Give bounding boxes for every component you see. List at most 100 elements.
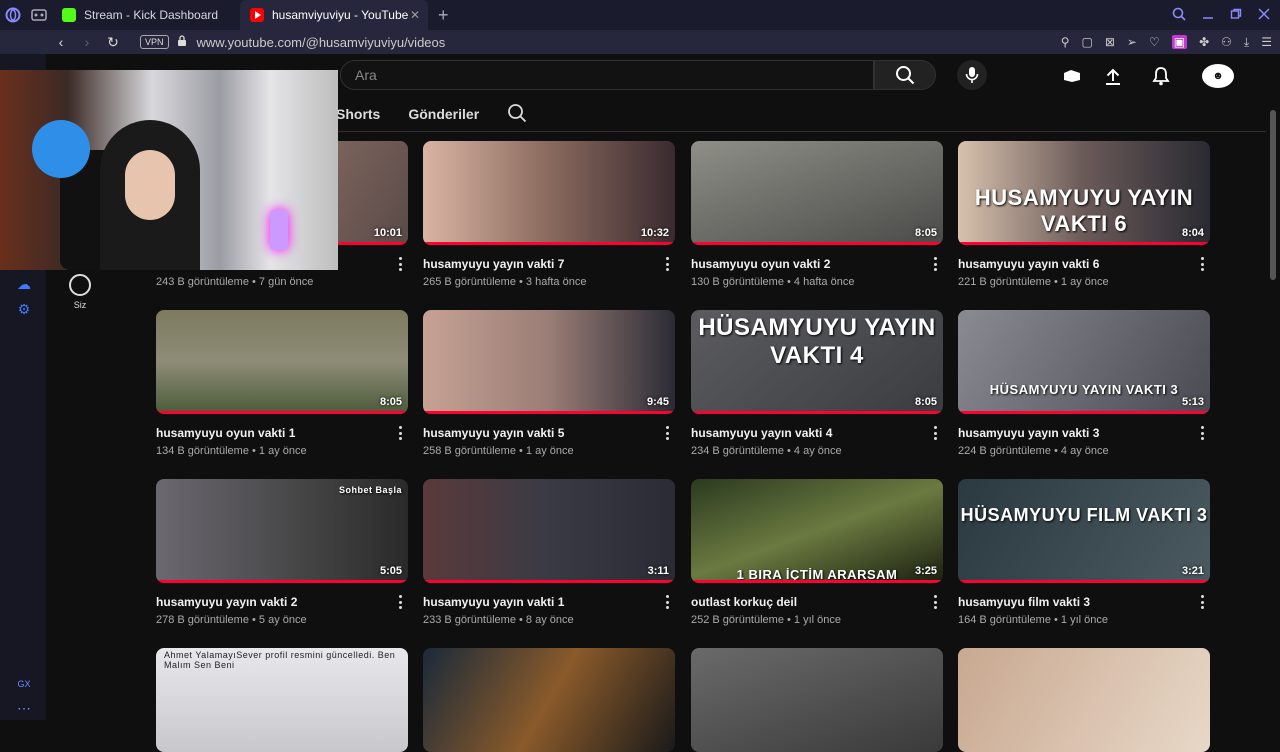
- video-card[interactable]: [958, 648, 1210, 752]
- more-actions-icon[interactable]: [665, 257, 669, 271]
- video-card[interactable]: Ahmet YalamayıSever profil resmini günce…: [156, 648, 408, 752]
- more-actions-icon[interactable]: [665, 426, 669, 440]
- easy-setup-icon[interactable]: ☰: [1261, 35, 1272, 49]
- video-thumbnail[interactable]: 1 BIRA İÇTİM ARARSAM 3:25: [691, 479, 943, 583]
- video-thumbnail[interactable]: HÜSAMYUYU YAYIN VAKTI 4 8:05: [691, 310, 943, 414]
- video-card[interactable]: HÜSAMYUYU FILM VAKTI 3 3:21 husamyuyu film…: [958, 479, 1210, 626]
- pin-icon[interactable]: ⚲: [1061, 35, 1070, 49]
- more-actions-icon[interactable]: [665, 595, 669, 609]
- video-thumbnail[interactable]: 3:11: [423, 479, 675, 583]
- video-card[interactable]: HÜSAMYUYU YAYIN VAKTI 3 5:13 husamyuyu yay…: [958, 310, 1210, 457]
- channel-search-icon[interactable]: [507, 103, 527, 126]
- account-avatar[interactable]: ☻: [1202, 64, 1234, 88]
- video-title[interactable]: husamyuyu yayın vakti 2: [156, 595, 408, 609]
- search-button[interactable]: [874, 60, 936, 90]
- video-card[interactable]: 8:05 husamyuyu oyun vakti 2 130 B görüntül…: [691, 141, 943, 288]
- profile-icon[interactable]: ⚇: [1221, 35, 1232, 49]
- video-thumbnail[interactable]: 8:05: [691, 141, 943, 245]
- minimize-icon[interactable]: [1202, 7, 1214, 23]
- url-field[interactable]: www.youtube.com/@husamviyuviyu/videos: [197, 35, 446, 50]
- sidebar-settings-icon[interactable]: ⚙: [14, 299, 34, 319]
- tab-youtube[interactable]: husamviyuviyu - YouTube ✕: [240, 0, 428, 30]
- video-card[interactable]: 3:11 husamyuyu yayın vakti 1 233 B görüntü…: [423, 479, 675, 626]
- video-title[interactable]: husamyuyu yayın vakti 7: [423, 257, 675, 271]
- video-thumbnail[interactable]: [423, 648, 675, 752]
- tab-kick-dashboard[interactable]: Stream - Kick Dashboard: [52, 0, 240, 30]
- more-actions-icon[interactable]: [398, 595, 402, 609]
- video-card[interactable]: HUSAMYUYU YAYIN VAKTI 6 8:04 husamyuyu yay…: [958, 141, 1210, 288]
- video-title[interactable]: husamyuyu yayın vakti 3: [958, 426, 1210, 440]
- snapshot-icon[interactable]: ▢: [1082, 35, 1093, 49]
- search-tabs-icon[interactable]: [1172, 7, 1186, 24]
- video-title[interactable]: outlast korkuç deil: [691, 595, 943, 609]
- new-tab-button[interactable]: +: [428, 5, 459, 26]
- video-card[interactable]: HÜSAMYUYU YAYIN VAKTI 4 8:05 husamyuyu yay…: [691, 310, 943, 457]
- video-thumbnail[interactable]: 8:05: [156, 310, 408, 414]
- send-icon[interactable]: ➢: [1127, 35, 1137, 49]
- notifications-bell-icon[interactable]: [1149, 64, 1173, 88]
- close-window-icon[interactable]: [1258, 7, 1270, 23]
- video-title[interactable]: husamyuyu oyun vakti 1: [156, 426, 408, 440]
- more-actions-icon[interactable]: [1200, 595, 1204, 609]
- video-card[interactable]: Sohbet Başla 5:05 husamyuyu yayın vakti 2 2…: [156, 479, 408, 626]
- microphone-icon: [965, 67, 979, 83]
- reload-icon[interactable]: ↻: [100, 34, 126, 51]
- video-title[interactable]: husamyuyu yayın vakti 4: [691, 426, 943, 440]
- extensions-icon[interactable]: ✤: [1199, 35, 1209, 49]
- video-title[interactable]: husamyuyu yayın vakti 1: [423, 595, 675, 609]
- video-card[interactable]: 8:05 husamyuyu oyun vakti 1 134 B görüntül…: [156, 310, 408, 457]
- watch-progress-bar: [691, 411, 943, 414]
- video-thumbnail[interactable]: 10:32: [423, 141, 675, 245]
- video-thumbnail[interactable]: HÜSAMYUYU YAYIN VAKTI 3 5:13: [958, 310, 1210, 414]
- video-thumbnail[interactable]: Ahmet YalamayıSever profil resmini günce…: [156, 648, 408, 752]
- video-title[interactable]: husamyuyu yayın vakti 5: [423, 426, 675, 440]
- vpn-badge[interactable]: VPN: [140, 35, 169, 49]
- adblock-icon[interactable]: ⊠: [1105, 35, 1115, 49]
- voice-search-button[interactable]: [957, 60, 987, 90]
- more-actions-icon[interactable]: [1200, 257, 1204, 271]
- video-card[interactable]: [691, 648, 943, 752]
- page-scrollbar[interactable]: [1270, 110, 1276, 280]
- side-nav-label: Siz: [73, 300, 87, 310]
- video-card[interactable]: [423, 648, 675, 752]
- sidebar-history-icon[interactable]: ☁: [14, 274, 34, 294]
- more-actions-icon[interactable]: [398, 426, 402, 440]
- more-actions-icon[interactable]: [933, 426, 937, 440]
- tab-manager-icon[interactable]: [26, 2, 52, 28]
- create-extension-icon[interactable]: [1060, 64, 1084, 88]
- yt-side-nav-you[interactable]: Siz: [60, 274, 100, 310]
- sidebar-gx-icon[interactable]: GX: [14, 674, 34, 694]
- video-thumbnail[interactable]: [691, 648, 943, 752]
- more-actions-icon[interactable]: [933, 595, 937, 609]
- user-circle-icon: [69, 274, 91, 296]
- video-title[interactable]: husamyuyu film vakti 3: [958, 595, 1210, 609]
- close-tab-icon[interactable]: ✕: [410, 8, 420, 22]
- more-actions-icon[interactable]: [398, 257, 402, 271]
- video-thumbnail[interactable]: HUSAMYUYU YAYIN VAKTI 6 8:04: [958, 141, 1210, 245]
- opera-logo-icon[interactable]: [0, 2, 26, 28]
- tab-posts[interactable]: Gönderiler: [408, 106, 479, 122]
- more-actions-icon[interactable]: [933, 257, 937, 271]
- upload-icon[interactable]: [1101, 64, 1125, 88]
- video-thumbnail[interactable]: [958, 648, 1210, 752]
- heart-icon[interactable]: ♡: [1149, 35, 1160, 49]
- video-card[interactable]: 1 BIRA İÇTİM ARARSAM 3:25 outlast korkuç d…: [691, 479, 943, 626]
- search-input[interactable]: Ara: [340, 60, 874, 90]
- video-thumbnail[interactable]: Sohbet Başla 5:05: [156, 479, 408, 583]
- lock-icon[interactable]: [177, 35, 187, 49]
- video-meta: 252 B görüntüleme • 1 yıl önce: [691, 614, 841, 626]
- sidebar-more-icon[interactable]: ⋯: [14, 698, 34, 718]
- video-card[interactable]: 10:32 husamyuyu yayın vakti 7 265 B görünt…: [423, 141, 675, 288]
- forward-icon[interactable]: ›: [74, 34, 100, 50]
- tab-shorts[interactable]: Shorts: [336, 106, 380, 122]
- video-title[interactable]: husamyuyu oyun vakti 2: [691, 257, 943, 271]
- video-card[interactable]: 9:45 husamyuyu yayın vakti 5 258 B görüntü…: [423, 310, 675, 457]
- download-icon[interactable]: ⤓: [1244, 35, 1249, 50]
- back-icon[interactable]: ‹: [48, 34, 74, 50]
- maximize-icon[interactable]: [1230, 7, 1242, 23]
- video-title[interactable]: husamyuyu yayın vakti 6: [958, 257, 1210, 271]
- video-thumbnail[interactable]: HÜSAMYUYU FILM VAKTI 3 3:21: [958, 479, 1210, 583]
- extension-twitch-icon[interactable]: ▣: [1171, 35, 1188, 49]
- more-actions-icon[interactable]: [1200, 426, 1204, 440]
- video-thumbnail[interactable]: 9:45: [423, 310, 675, 414]
